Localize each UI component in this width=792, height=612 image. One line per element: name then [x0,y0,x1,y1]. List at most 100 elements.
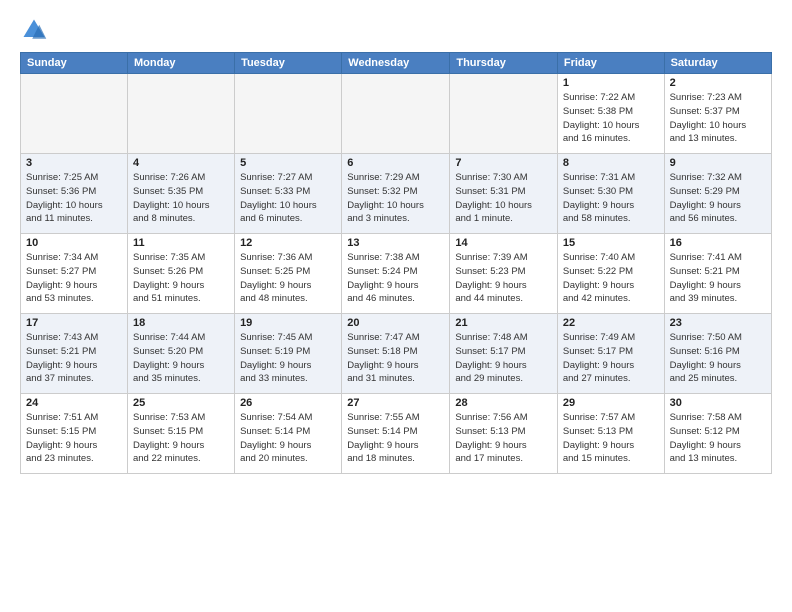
day-number: 15 [563,237,659,249]
day-detail: Sunrise: 7:25 AM Sunset: 5:36 PM Dayligh… [26,171,122,226]
day-detail: Sunrise: 7:44 AM Sunset: 5:20 PM Dayligh… [133,331,229,386]
day-detail: Sunrise: 7:22 AM Sunset: 5:38 PM Dayligh… [563,91,659,146]
calendar-cell: 18 Sunrise: 7:44 AM Sunset: 5:20 PM Dayli… [127,314,234,394]
calendar-header-row: SundayMondayTuesdayWednesdayThursdayFrid… [21,53,772,74]
day-number: 26 [240,397,336,409]
day-number: 21 [455,317,552,329]
day-number: 18 [133,317,229,329]
calendar-cell: 1 Sunrise: 7:22 AM Sunset: 5:38 PM Daylig… [557,74,664,154]
calendar-cell: 19 Sunrise: 7:45 AM Sunset: 5:19 PM Dayli… [235,314,342,394]
day-number: 29 [563,397,659,409]
calendar-cell [342,74,450,154]
page: SundayMondayTuesdayWednesdayThursdayFrid… [0,0,792,612]
day-detail: Sunrise: 7:41 AM Sunset: 5:21 PM Dayligh… [670,251,766,306]
col-header-wednesday: Wednesday [342,53,450,74]
col-header-friday: Friday [557,53,664,74]
header [20,16,772,44]
day-detail: Sunrise: 7:36 AM Sunset: 5:25 PM Dayligh… [240,251,336,306]
calendar-cell: 3 Sunrise: 7:25 AM Sunset: 5:36 PM Daylig… [21,154,128,234]
day-detail: Sunrise: 7:31 AM Sunset: 5:30 PM Dayligh… [563,171,659,226]
calendar-cell: 29 Sunrise: 7:57 AM Sunset: 5:13 PM Dayli… [557,394,664,474]
day-number: 2 [670,77,766,89]
calendar-cell: 5 Sunrise: 7:27 AM Sunset: 5:33 PM Daylig… [235,154,342,234]
day-number: 27 [347,397,444,409]
day-number: 4 [133,157,229,169]
calendar-cell: 26Sunrise: 7:54 AM Sunset: 5:14 PM Dayli… [235,394,342,474]
calendar-cell: 20Sunrise: 7:47 AM Sunset: 5:18 PM Dayli… [342,314,450,394]
week-row-4: 24 Sunrise: 7:51 AM Sunset: 5:15 PM Dayli… [21,394,772,474]
day-detail: Sunrise: 7:38 AM Sunset: 5:24 PM Dayligh… [347,251,444,306]
day-number: 1 [563,77,659,89]
week-row-2: 10 Sunrise: 7:34 AM Sunset: 5:27 PM Dayli… [21,234,772,314]
day-number: 6 [347,157,444,169]
day-number: 28 [455,397,552,409]
day-detail: Sunrise: 7:57 AM Sunset: 5:13 PM Dayligh… [563,411,659,466]
day-number: 24 [26,397,122,409]
col-header-monday: Monday [127,53,234,74]
day-detail: Sunrise: 7:49 AM Sunset: 5:17 PM Dayligh… [563,331,659,386]
logo [20,16,52,44]
day-number: 3 [26,157,122,169]
week-row-0: 1 Sunrise: 7:22 AM Sunset: 5:38 PM Daylig… [21,74,772,154]
day-detail: Sunrise: 7:50 AM Sunset: 5:16 PM Dayligh… [670,331,766,386]
calendar-cell: 25Sunrise: 7:53 AM Sunset: 5:15 PM Dayli… [127,394,234,474]
calendar-cell: 15 Sunrise: 7:40 AM Sunset: 5:22 PM Dayli… [557,234,664,314]
col-header-thursday: Thursday [450,53,558,74]
calendar-cell [21,74,128,154]
col-header-sunday: Sunday [21,53,128,74]
day-number: 19 [240,317,336,329]
day-number: 20 [347,317,444,329]
calendar-cell: 12 Sunrise: 7:36 AM Sunset: 5:25 PM Dayli… [235,234,342,314]
day-detail: Sunrise: 7:40 AM Sunset: 5:22 PM Dayligh… [563,251,659,306]
day-number: 14 [455,237,552,249]
day-number: 25 [133,397,229,409]
week-row-3: 17Sunrise: 7:43 AM Sunset: 5:21 PM Dayli… [21,314,772,394]
day-detail: Sunrise: 7:35 AM Sunset: 5:26 PM Dayligh… [133,251,229,306]
day-number: 23 [670,317,766,329]
day-number: 5 [240,157,336,169]
day-detail: Sunrise: 7:29 AM Sunset: 5:32 PM Dayligh… [347,171,444,226]
day-number: 22 [563,317,659,329]
day-detail: Sunrise: 7:56 AM Sunset: 5:13 PM Dayligh… [455,411,552,466]
day-detail: Sunrise: 7:39 AM Sunset: 5:23 PM Dayligh… [455,251,552,306]
calendar-cell: 16Sunrise: 7:41 AM Sunset: 5:21 PM Dayli… [664,234,771,314]
calendar-cell: 11 Sunrise: 7:35 AM Sunset: 5:26 PM Dayli… [127,234,234,314]
calendar-cell [235,74,342,154]
calendar-cell: 23 Sunrise: 7:50 AM Sunset: 5:16 PM Dayli… [664,314,771,394]
calendar-cell: 30 Sunrise: 7:58 AM Sunset: 5:12 PM Dayli… [664,394,771,474]
calendar-table: SundayMondayTuesdayWednesdayThursdayFrid… [20,52,772,474]
calendar-cell: 17Sunrise: 7:43 AM Sunset: 5:21 PM Dayli… [21,314,128,394]
day-detail: Sunrise: 7:55 AM Sunset: 5:14 PM Dayligh… [347,411,444,466]
calendar-cell [127,74,234,154]
calendar-cell: 8 Sunrise: 7:31 AM Sunset: 5:30 PM Daylig… [557,154,664,234]
calendar-cell: 14 Sunrise: 7:39 AM Sunset: 5:23 PM Dayli… [450,234,558,314]
day-detail: Sunrise: 7:26 AM Sunset: 5:35 PM Dayligh… [133,171,229,226]
day-detail: Sunrise: 7:34 AM Sunset: 5:27 PM Dayligh… [26,251,122,306]
day-detail: Sunrise: 7:48 AM Sunset: 5:17 PM Dayligh… [455,331,552,386]
calendar-cell [450,74,558,154]
calendar-cell: 24 Sunrise: 7:51 AM Sunset: 5:15 PM Dayli… [21,394,128,474]
day-detail: Sunrise: 7:30 AM Sunset: 5:31 PM Dayligh… [455,171,552,226]
calendar-cell: 9Sunrise: 7:32 AM Sunset: 5:29 PM Daylig… [664,154,771,234]
day-number: 11 [133,237,229,249]
day-number: 12 [240,237,336,249]
calendar-cell: 6 Sunrise: 7:29 AM Sunset: 5:32 PM Daylig… [342,154,450,234]
day-number: 8 [563,157,659,169]
day-detail: Sunrise: 7:51 AM Sunset: 5:15 PM Dayligh… [26,411,122,466]
day-number: 30 [670,397,766,409]
calendar-cell: 27 Sunrise: 7:55 AM Sunset: 5:14 PM Dayli… [342,394,450,474]
calendar-cell: 10 Sunrise: 7:34 AM Sunset: 5:27 PM Dayli… [21,234,128,314]
day-detail: Sunrise: 7:27 AM Sunset: 5:33 PM Dayligh… [240,171,336,226]
day-number: 10 [26,237,122,249]
day-detail: Sunrise: 7:45 AM Sunset: 5:19 PM Dayligh… [240,331,336,386]
day-detail: Sunrise: 7:32 AM Sunset: 5:29 PM Dayligh… [670,171,766,226]
day-number: 7 [455,157,552,169]
logo-icon [20,16,48,44]
calendar-cell: 22 Sunrise: 7:49 AM Sunset: 5:17 PM Dayli… [557,314,664,394]
day-detail: Sunrise: 7:58 AM Sunset: 5:12 PM Dayligh… [670,411,766,466]
calendar-cell: 4 Sunrise: 7:26 AM Sunset: 5:35 PM Daylig… [127,154,234,234]
calendar-cell: 7 Sunrise: 7:30 AM Sunset: 5:31 PM Daylig… [450,154,558,234]
calendar-cell: 2 Sunrise: 7:23 AM Sunset: 5:37 PM Daylig… [664,74,771,154]
calendar-cell: 21 Sunrise: 7:48 AM Sunset: 5:17 PM Dayli… [450,314,558,394]
day-detail: Sunrise: 7:23 AM Sunset: 5:37 PM Dayligh… [670,91,766,146]
